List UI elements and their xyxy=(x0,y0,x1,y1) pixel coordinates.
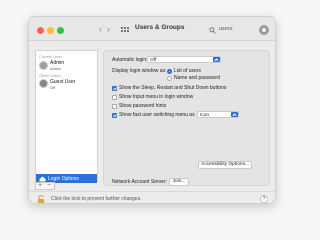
show-input-menu-checkbox[interactable] xyxy=(112,95,117,100)
other-users-header: Other Users xyxy=(39,73,61,78)
search-icon xyxy=(209,27,216,34)
users-groups-window: ‹ › Users & Groups users Current User Ad… xyxy=(28,16,276,204)
fast-switch-select[interactable]: Icon xyxy=(197,111,239,118)
admin-avatar xyxy=(39,61,48,70)
current-user-header: Current User xyxy=(39,54,62,59)
title-bar: ‹ › Users & Groups users xyxy=(29,17,275,41)
display-login-label: Display login window as: xyxy=(112,68,167,74)
back-arrow-icon[interactable]: ‹ xyxy=(99,23,102,35)
minimize-window-button[interactable] xyxy=(47,27,54,34)
fast-switch-value: Icon xyxy=(200,112,210,118)
chevron-updown-icon xyxy=(231,112,238,117)
show-all-grid-icon[interactable] xyxy=(121,27,129,33)
window-title: Users & Groups xyxy=(135,24,185,31)
network-server-label: Network Account Server: xyxy=(112,179,168,185)
guest-user-status: Off xyxy=(50,85,56,90)
auto-login-value: Off xyxy=(150,57,157,63)
help-button[interactable]: ? xyxy=(260,195,268,203)
show-password-hints-label: Show password hints xyxy=(119,103,167,109)
close-window-button[interactable] xyxy=(37,27,44,34)
show-sleep-restart-label: Show the Sleep, Restart and Shut Down bu… xyxy=(119,85,227,91)
remove-user-button[interactable]: − xyxy=(47,182,51,190)
join-button[interactable]: Join... xyxy=(169,178,189,186)
window-footer: Click the lock to prevent further change… xyxy=(29,191,275,204)
auto-login-label: Automatic login: xyxy=(112,57,148,63)
show-sleep-restart-checkbox[interactable] xyxy=(112,86,117,91)
auto-login-select[interactable]: Off xyxy=(147,56,221,63)
zoom-window-button[interactable] xyxy=(57,27,64,34)
lock-status-text: Click the lock to prevent further change… xyxy=(51,196,142,202)
show-fast-switch-checkbox[interactable] xyxy=(112,113,117,118)
show-input-menu-label: Show Input menu in login window xyxy=(119,94,194,100)
add-user-button[interactable]: + xyxy=(38,182,42,190)
name-and-password-radio[interactable] xyxy=(167,76,172,81)
guest-avatar xyxy=(39,79,48,88)
show-password-hints-checkbox[interactable] xyxy=(112,104,117,109)
search-field[interactable]: users xyxy=(207,25,255,36)
clear-search-icon[interactable] xyxy=(259,25,269,35)
accessibility-options-button[interactable]: Accessibility Options... xyxy=(198,161,252,169)
current-user-role: Admin xyxy=(50,66,62,71)
name-and-password-label: Name and password xyxy=(174,75,220,81)
lock-icon[interactable] xyxy=(37,195,45,204)
chevron-updown-icon xyxy=(213,57,220,62)
users-sidebar: Current User Admin Admin Other Users Gue… xyxy=(35,50,98,183)
search-input-value[interactable]: users xyxy=(219,26,232,32)
list-of-users-label: List of users xyxy=(174,68,201,74)
forward-arrow-icon[interactable]: › xyxy=(107,23,110,35)
sidebar-add-remove-controls: + − xyxy=(35,182,55,190)
house-icon xyxy=(39,176,46,181)
show-fast-switch-label: Show fast user switching menu as xyxy=(119,112,195,118)
list-of-users-radio[interactable] xyxy=(167,69,172,74)
login-options-panel: Automatic login: Off Display login windo… xyxy=(103,50,270,186)
